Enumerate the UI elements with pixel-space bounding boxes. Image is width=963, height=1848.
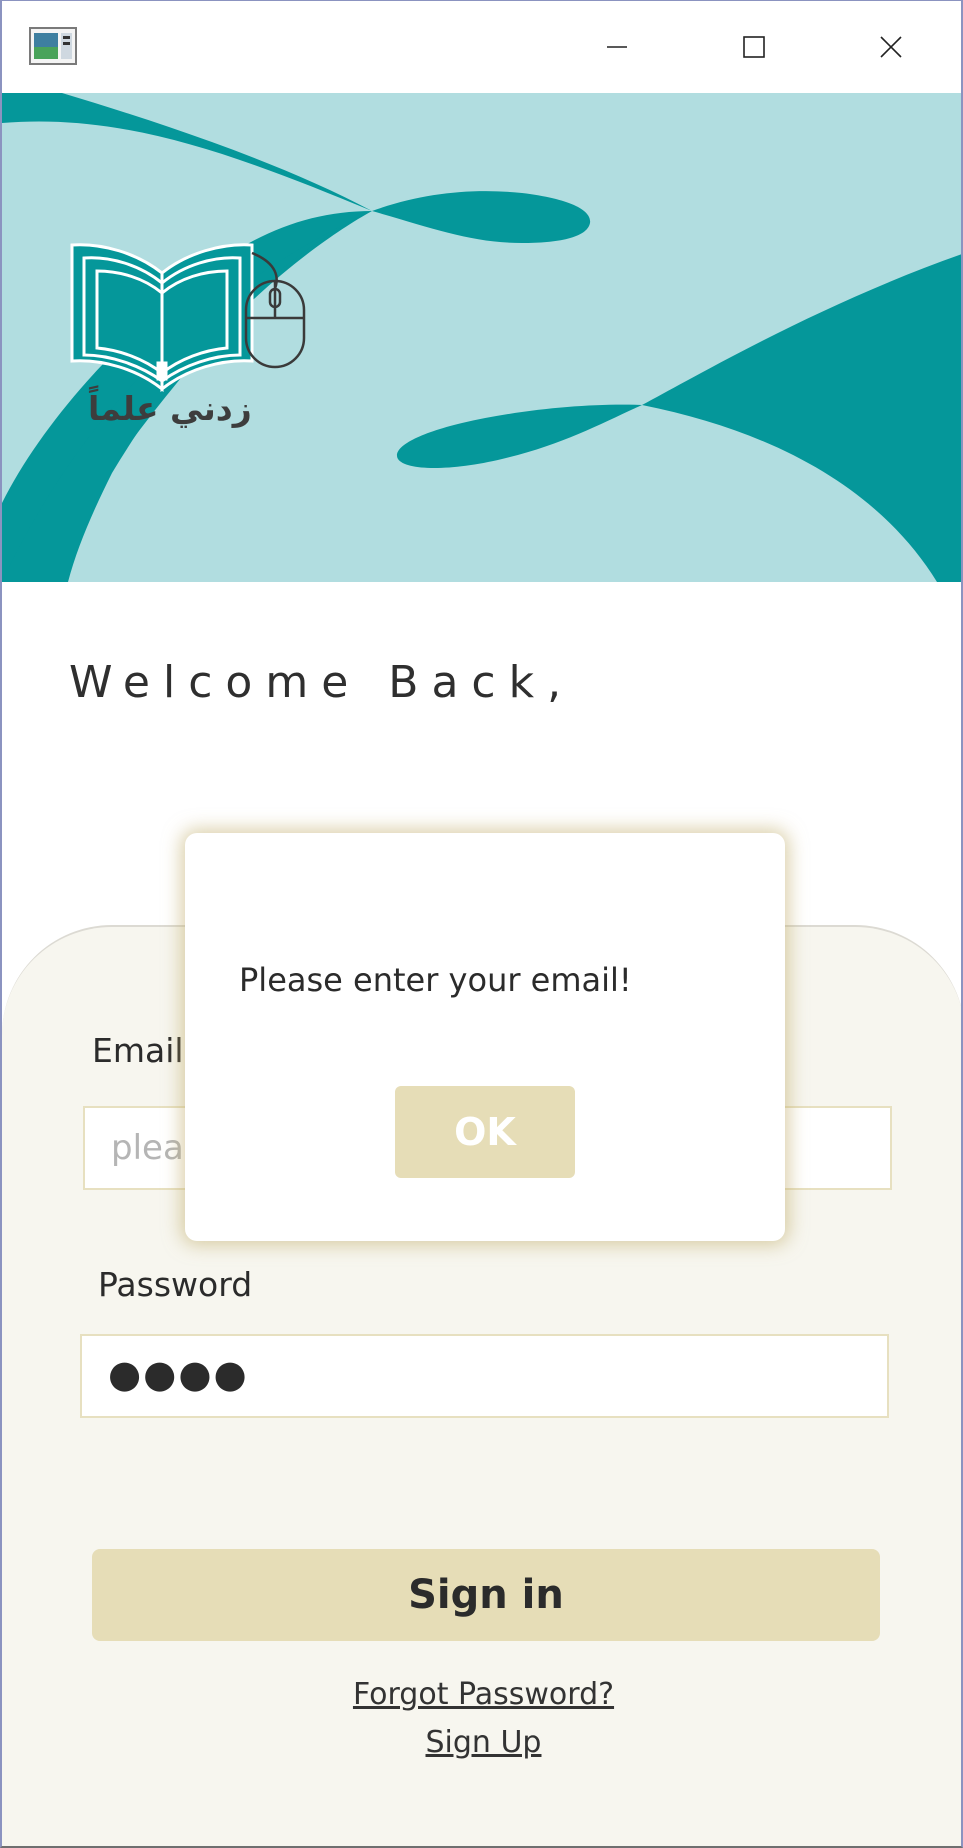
header-banner: زدني علماً (2, 93, 961, 582)
close-icon (880, 36, 902, 58)
sign-up-row: Sign Up (2, 1725, 961, 1760)
logo-text: زدني علماً (88, 389, 252, 428)
title-bar (2, 1, 961, 93)
email-label: Email (92, 1031, 184, 1070)
maximize-button[interactable] (706, 11, 802, 83)
alert-dialog: Please enter your email! OK (185, 833, 785, 1241)
app-window: زدني علماً Welcome Back, Email please en… (0, 0, 963, 1848)
app-icon (29, 27, 77, 65)
forgot-password-row: Forgot Password? (2, 1677, 961, 1712)
minimize-icon (607, 46, 627, 48)
password-value: ●●●● (108, 1352, 249, 1396)
ok-button[interactable]: OK (395, 1086, 575, 1178)
maximize-icon (743, 36, 765, 58)
forgot-password-link[interactable]: Forgot Password? (353, 1677, 614, 1712)
sign-up-link[interactable]: Sign Up (426, 1725, 542, 1760)
password-label: Password (98, 1265, 253, 1304)
banner-background (2, 93, 961, 582)
minimize-button[interactable] (569, 11, 665, 83)
alert-message: Please enter your email! (239, 961, 632, 999)
welcome-heading: Welcome Back, (69, 657, 575, 708)
close-button[interactable] (843, 11, 939, 83)
password-field[interactable]: ●●●● (80, 1334, 889, 1418)
sign-in-button[interactable]: Sign in (92, 1549, 880, 1641)
